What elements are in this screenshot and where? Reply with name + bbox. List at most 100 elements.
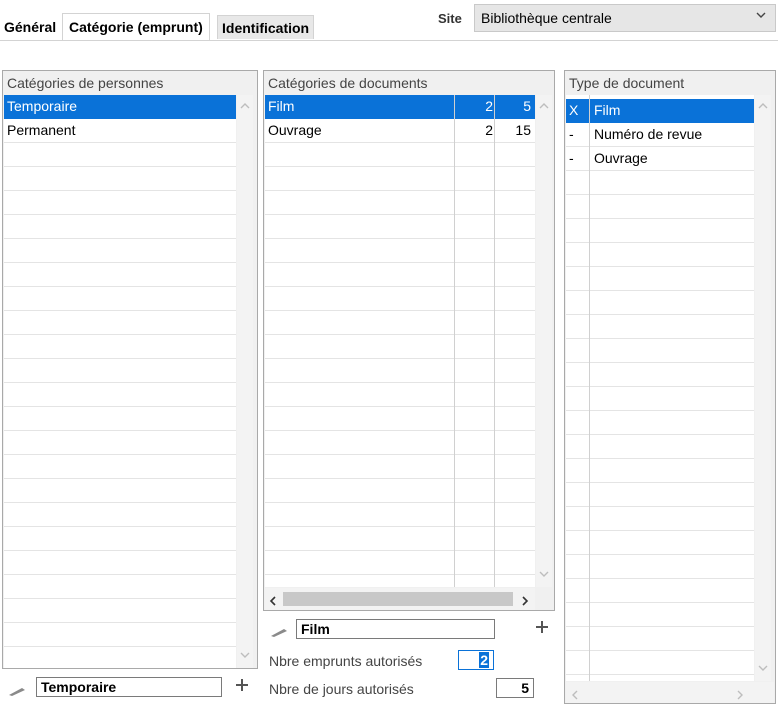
scroll-down-icon[interactable] bbox=[237, 650, 253, 662]
chevron-down-icon bbox=[755, 9, 767, 24]
empty-row bbox=[4, 503, 236, 527]
column-divider bbox=[454, 95, 455, 587]
empty-row bbox=[4, 527, 236, 551]
empty-row bbox=[4, 239, 236, 263]
documents-list[interactable]: Film 2 5 Ouvrage 2 15 bbox=[265, 95, 535, 587]
empty-row bbox=[566, 507, 754, 531]
types-panel: Type de document X Film - Numéro de revu… bbox=[564, 70, 776, 704]
list-item[interactable]: Temporaire bbox=[4, 95, 236, 119]
empty-row bbox=[4, 431, 236, 455]
empty-row bbox=[566, 459, 754, 483]
empty-row bbox=[566, 483, 754, 507]
empty-row bbox=[4, 311, 236, 335]
tab-identification[interactable]: Identification bbox=[217, 15, 315, 39]
empty-row bbox=[566, 603, 754, 627]
document-emprunts: 2 bbox=[485, 122, 493, 138]
empty-row bbox=[4, 623, 236, 647]
empty-row bbox=[566, 435, 754, 459]
tab-categorie-emprunt[interactable]: Catégorie (emprunt) bbox=[62, 13, 210, 41]
empty-row bbox=[4, 335, 236, 359]
nbre-jours-input[interactable]: 5 bbox=[496, 678, 534, 698]
document-jours: 5 bbox=[523, 98, 531, 114]
table-row[interactable]: X Film bbox=[566, 99, 754, 123]
empty-row bbox=[566, 315, 754, 339]
tab-divider bbox=[0, 40, 778, 41]
empty-row bbox=[4, 575, 236, 599]
empty-row bbox=[566, 219, 754, 243]
scroll-up-icon[interactable] bbox=[536, 101, 552, 113]
empty-row bbox=[4, 215, 236, 239]
types-list[interactable]: X Film - Numéro de revue - Ouvrage bbox=[566, 95, 754, 681]
add-personne-button[interactable] bbox=[234, 676, 250, 696]
empty-row bbox=[566, 339, 754, 363]
column-divider bbox=[589, 95, 590, 681]
documents-hscrollbar[interactable] bbox=[265, 588, 535, 610]
empty-row bbox=[4, 359, 236, 383]
empty-row bbox=[4, 263, 236, 287]
empty-row bbox=[566, 363, 754, 387]
personnes-list[interactable]: Temporaire Permanent bbox=[4, 95, 236, 668]
types-header: Type de document bbox=[565, 71, 775, 95]
empty-row bbox=[4, 407, 236, 431]
empty-row bbox=[4, 191, 236, 215]
personnes-vscrollbar[interactable] bbox=[237, 95, 253, 668]
list-item[interactable]: Permanent bbox=[4, 119, 236, 143]
empty-row bbox=[4, 455, 236, 479]
table-row[interactable]: - Ouvrage bbox=[566, 147, 754, 171]
scroll-left-icon[interactable] bbox=[269, 593, 277, 609]
scroll-down-icon[interactable] bbox=[755, 663, 771, 675]
scroll-right-icon[interactable] bbox=[736, 687, 744, 703]
document-name-input[interactable]: Film bbox=[296, 619, 495, 639]
document-name: Film bbox=[268, 98, 295, 114]
site-select-value: Bibliothèque centrale bbox=[481, 10, 612, 26]
scroll-left-icon[interactable] bbox=[571, 687, 579, 703]
document-jours: 15 bbox=[515, 122, 531, 138]
nbre-emprunts-input[interactable]: 2 bbox=[458, 650, 494, 670]
nbre-emprunts-value: 2 bbox=[479, 652, 489, 668]
empty-row bbox=[566, 387, 754, 411]
empty-row bbox=[4, 383, 236, 407]
personnes-panel: Catégories de personnes Temporaire Perma… bbox=[2, 70, 258, 669]
empty-row bbox=[4, 167, 236, 191]
types-hscrollbar[interactable] bbox=[566, 682, 774, 703]
nbre-jours-label: Nbre de jours autorisés bbox=[269, 681, 414, 697]
site-select[interactable]: Bibliothèque centrale bbox=[474, 4, 776, 32]
pencil-icon bbox=[8, 683, 28, 696]
empty-row bbox=[566, 171, 754, 195]
scroll-thumb[interactable] bbox=[283, 592, 513, 606]
documents-vscrollbar[interactable] bbox=[536, 95, 552, 587]
tab-general[interactable]: Général bbox=[4, 19, 56, 35]
empty-row bbox=[4, 599, 236, 623]
empty-row bbox=[566, 267, 754, 291]
scroll-up-icon[interactable] bbox=[237, 101, 253, 113]
document-name: Ouvrage bbox=[268, 122, 322, 138]
empty-row bbox=[566, 243, 754, 267]
empty-row bbox=[4, 287, 236, 311]
empty-row bbox=[4, 551, 236, 575]
empty-row bbox=[566, 195, 754, 219]
scroll-down-icon[interactable] bbox=[536, 569, 552, 581]
type-name: Film bbox=[594, 102, 621, 118]
empty-row bbox=[4, 143, 236, 167]
types-vscrollbar[interactable] bbox=[755, 95, 771, 681]
scroll-right-icon[interactable] bbox=[521, 593, 529, 609]
type-name: Numéro de revue bbox=[594, 126, 703, 142]
table-row[interactable]: - Numéro de revue bbox=[566, 123, 754, 147]
empty-row bbox=[4, 479, 236, 503]
personne-name-input[interactable]: Temporaire bbox=[36, 677, 222, 697]
pencil-icon bbox=[270, 624, 290, 637]
type-mark: X bbox=[569, 102, 579, 118]
column-divider bbox=[494, 95, 495, 587]
documents-header: Catégories de documents bbox=[264, 71, 554, 95]
empty-row bbox=[566, 651, 754, 675]
empty-row bbox=[566, 531, 754, 555]
nbre-emprunts-label: Nbre emprunts autorisés bbox=[269, 653, 423, 669]
type-mark: - bbox=[569, 150, 574, 166]
empty-row bbox=[566, 627, 754, 651]
empty-row bbox=[566, 291, 754, 315]
add-document-button[interactable] bbox=[534, 618, 550, 638]
empty-row bbox=[4, 647, 236, 668]
site-label: Site bbox=[438, 11, 462, 26]
scroll-up-icon[interactable] bbox=[755, 101, 771, 113]
documents-panel: Catégories de documents Film 2 5 Ouvrage… bbox=[263, 70, 555, 611]
